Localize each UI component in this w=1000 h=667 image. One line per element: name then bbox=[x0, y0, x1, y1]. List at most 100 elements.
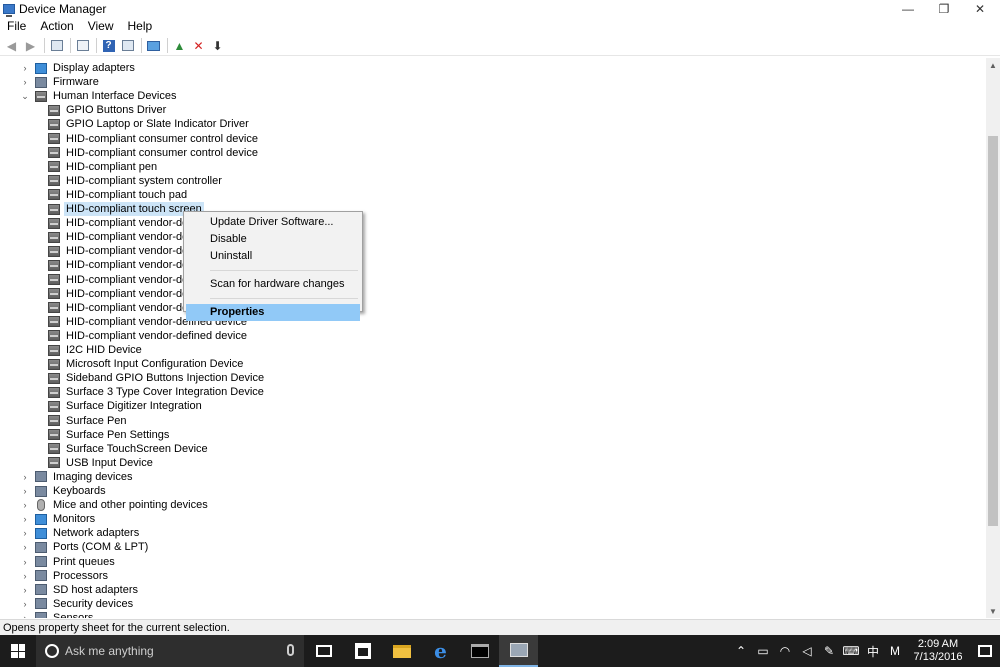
tree-device[interactable]: HID-compliant vendor-defined device bbox=[48, 329, 249, 343]
language-indicator[interactable]: 中 bbox=[862, 643, 884, 660]
tree-device[interactable]: HID-compliant touch screen bbox=[48, 202, 204, 216]
tree-device[interactable]: Surface Digitizer Integration bbox=[48, 399, 204, 413]
menu-view[interactable]: View bbox=[81, 18, 121, 35]
tree-device[interactable]: HID-compliant system controller bbox=[48, 174, 224, 188]
chevron-right-icon[interactable]: › bbox=[20, 571, 30, 581]
chevron-right-icon[interactable]: › bbox=[20, 542, 30, 552]
tree-device[interactable]: HID-compliant pen bbox=[48, 160, 159, 174]
forward-arrow-icon[interactable]: ▶ bbox=[22, 37, 39, 54]
device-manager-taskbar-button[interactable] bbox=[499, 635, 538, 667]
start-button[interactable] bbox=[0, 635, 36, 667]
tree-category[interactable]: › Mice and other pointing devices bbox=[20, 498, 210, 512]
chevron-right-icon[interactable]: › bbox=[20, 514, 30, 524]
help-icon[interactable]: ? bbox=[100, 37, 117, 54]
tree-category[interactable]: › Ports (COM & LPT) bbox=[20, 540, 150, 554]
battery-icon[interactable]: ▭ bbox=[752, 644, 774, 658]
ime-indicator[interactable]: M bbox=[884, 644, 906, 658]
context-menu-item-scan-for-hardware-changes[interactable]: Scan for hardware changes bbox=[186, 276, 360, 293]
command-prompt-button[interactable] bbox=[460, 635, 499, 667]
chevron-right-icon[interactable]: › bbox=[20, 500, 30, 510]
uninstall-icon[interactable]: ✕ bbox=[190, 37, 207, 54]
chevron-right-icon[interactable]: › bbox=[20, 528, 30, 538]
restore-button[interactable]: ❐ bbox=[926, 0, 962, 18]
tree-device[interactable]: Surface 3 Type Cover Integration Device bbox=[48, 385, 266, 399]
microphone-icon[interactable] bbox=[287, 644, 294, 656]
tree-category[interactable]: › Monitors bbox=[20, 512, 97, 526]
tree-category[interactable]: › Print queues bbox=[20, 555, 117, 569]
chevron-right-icon[interactable]: › bbox=[20, 599, 30, 609]
tree-category[interactable]: ⌄ Human Interface Devices bbox=[20, 89, 179, 103]
tree-category[interactable]: › Network adapters bbox=[20, 526, 141, 540]
chevron-right-icon[interactable]: › bbox=[20, 557, 30, 567]
menu-help[interactable]: Help bbox=[121, 18, 160, 35]
tree-category[interactable]: › SD host adapters bbox=[20, 583, 140, 597]
context-menu-item-uninstall[interactable]: Uninstall bbox=[186, 248, 360, 265]
tree-device[interactable]: Surface TouchScreen Device bbox=[48, 442, 210, 456]
context-menu-item-properties[interactable]: Properties bbox=[186, 304, 360, 321]
tree-category[interactable]: › Keyboards bbox=[20, 484, 108, 498]
tree-device[interactable]: HID-compliant vendor-defin bbox=[48, 216, 202, 230]
context-menu-item-update-driver-software[interactable]: Update Driver Software... bbox=[186, 214, 360, 231]
chevron-right-icon[interactable]: › bbox=[20, 63, 30, 73]
update-driver-icon[interactable]: ▲ bbox=[171, 37, 188, 54]
chevron-down-icon[interactable]: ⌄ bbox=[20, 91, 30, 102]
wifi-icon[interactable]: ◠ bbox=[774, 644, 796, 658]
close-button[interactable]: ✕ bbox=[962, 0, 998, 18]
tree-device[interactable]: GPIO Laptop or Slate Indicator Driver bbox=[48, 117, 251, 131]
console-tree-icon[interactable] bbox=[48, 37, 65, 54]
tree-device[interactable]: HID-compliant vendor-defin bbox=[48, 230, 202, 244]
scroll-up-arrow-icon[interactable]: ▲ bbox=[986, 58, 1000, 72]
back-arrow-icon[interactable]: ◀ bbox=[3, 37, 20, 54]
tree-category[interactable]: › Security devices bbox=[20, 597, 135, 611]
keyboard-icon[interactable]: ⌨ bbox=[840, 644, 862, 658]
chevron-right-icon[interactable]: › bbox=[20, 613, 30, 618]
pen-icon[interactable]: ✎ bbox=[818, 644, 840, 658]
view-icon[interactable] bbox=[119, 37, 136, 54]
minimize-button[interactable]: — bbox=[890, 0, 926, 18]
action-center-button[interactable] bbox=[970, 645, 1000, 657]
context-menu-item-disable[interactable]: Disable bbox=[186, 231, 360, 248]
tree-device[interactable]: Sideband GPIO Buttons Injection Device bbox=[48, 371, 266, 385]
tree-category[interactable]: › Display adapters bbox=[20, 61, 137, 75]
tree-device[interactable]: HID-compliant consumer control device bbox=[48, 132, 260, 146]
chevron-up-icon[interactable]: ⌃ bbox=[730, 644, 752, 658]
tree-item-label: GPIO Buttons Driver bbox=[66, 104, 167, 117]
tree-device[interactable]: HID-compliant vendor-defin bbox=[48, 273, 202, 287]
download-icon[interactable]: ⬇ bbox=[209, 37, 226, 54]
file-explorer-button[interactable] bbox=[382, 635, 421, 667]
task-view-button[interactable] bbox=[304, 635, 343, 667]
tree-device[interactable]: HID-compliant consumer control device bbox=[48, 146, 260, 160]
store-button[interactable] bbox=[343, 635, 382, 667]
tree-device[interactable]: Surface Pen bbox=[48, 414, 129, 428]
tree-category[interactable]: › Sensors bbox=[20, 611, 95, 618]
chevron-right-icon[interactable]: › bbox=[20, 486, 30, 496]
menu-file[interactable]: File bbox=[0, 18, 33, 35]
tree-device[interactable]: GPIO Buttons Driver bbox=[48, 103, 168, 117]
scroll-down-arrow-icon[interactable]: ▼ bbox=[986, 604, 1000, 618]
menu-action[interactable]: Action bbox=[33, 18, 80, 35]
tree-device[interactable]: Microsoft Input Configuration Device bbox=[48, 357, 245, 371]
edge-button[interactable]: e bbox=[421, 635, 460, 667]
clock[interactable]: 2:09 AM 7/13/2016 bbox=[906, 638, 970, 664]
volume-icon[interactable]: ◁ bbox=[796, 644, 818, 658]
tree-device[interactable]: USB Input Device bbox=[48, 456, 155, 470]
chevron-right-icon[interactable]: › bbox=[20, 472, 30, 482]
cortana-search-box[interactable]: Ask me anything bbox=[36, 635, 304, 667]
chevron-right-icon[interactable]: › bbox=[20, 77, 30, 87]
tree-device[interactable]: Surface Pen Settings bbox=[48, 428, 171, 442]
tree-device[interactable]: I2C HID Device bbox=[48, 343, 144, 357]
tree-device[interactable]: HID-compliant touch pad bbox=[48, 188, 189, 202]
tree-device[interactable]: HID-compliant vendor-defin bbox=[48, 301, 202, 315]
monitor-icon[interactable] bbox=[145, 37, 162, 54]
tree-category[interactable]: › Imaging devices bbox=[20, 470, 135, 484]
scrollbar-thumb[interactable] bbox=[988, 136, 998, 526]
device-tree[interactable]: › Display adapters › Firmware ⌄ Human Interfa… bbox=[0, 58, 986, 618]
tree-device[interactable]: HID-compliant vendor-defin bbox=[48, 287, 202, 301]
tree-device[interactable]: HID-compliant vendor-defin bbox=[48, 258, 202, 272]
chevron-right-icon[interactable]: › bbox=[20, 585, 30, 595]
properties-icon[interactable] bbox=[74, 37, 91, 54]
tree-category[interactable]: › Processors bbox=[20, 569, 110, 583]
tree-device[interactable]: HID-compliant vendor-defin bbox=[48, 244, 202, 258]
tree-category[interactable]: › Firmware bbox=[20, 75, 101, 89]
vertical-scrollbar[interactable]: ▲ ▼ bbox=[986, 58, 1000, 618]
